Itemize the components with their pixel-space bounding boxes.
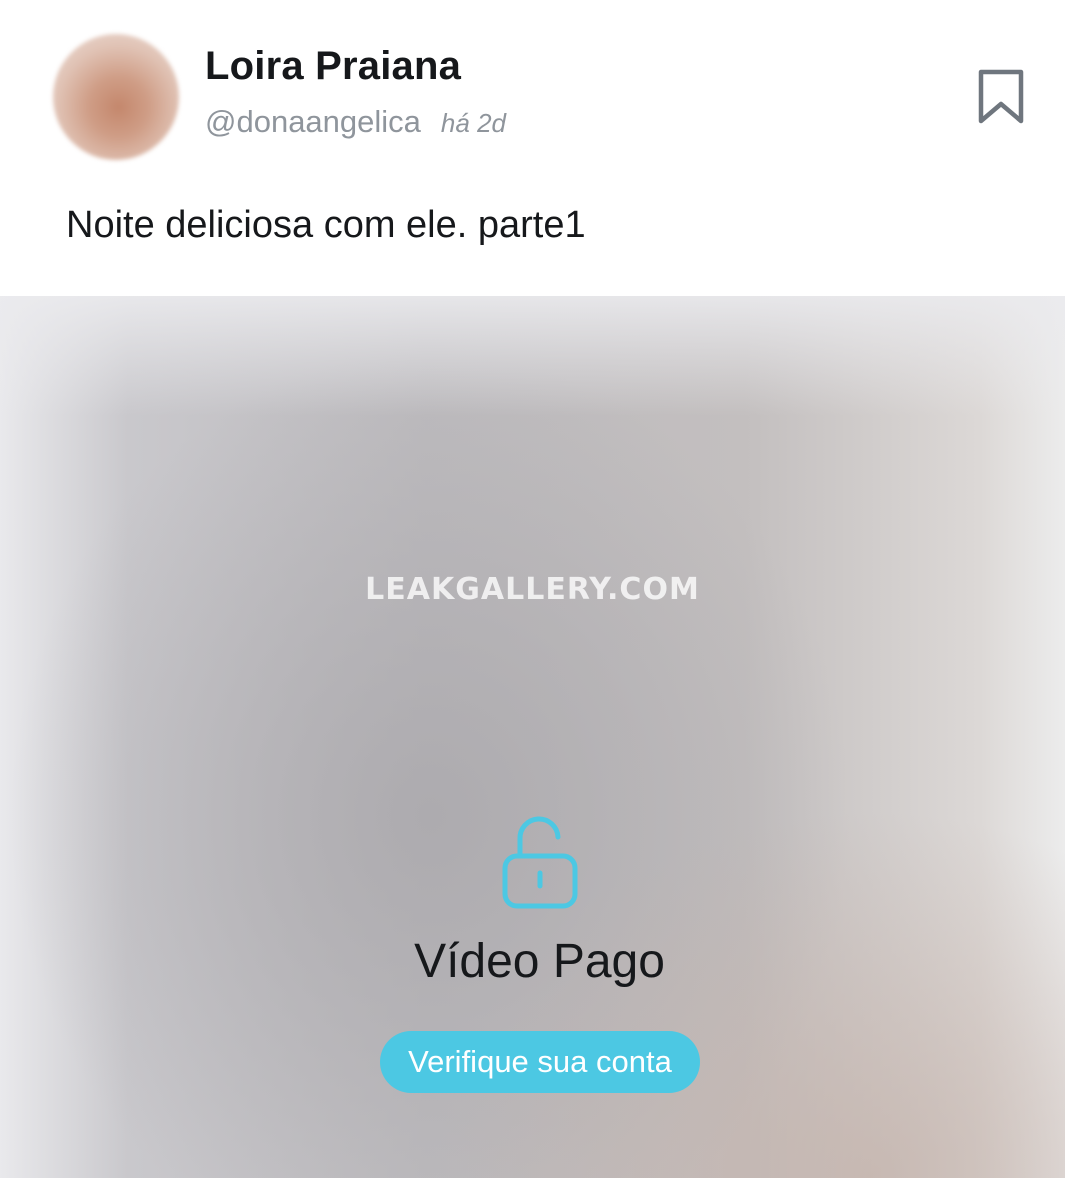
author-handle[interactable]: @donaangelica [205, 104, 421, 140]
post-caption: Noite deliciosa com ele. parte1 [66, 204, 586, 246]
locked-media[interactable]: LEAKGALLERY.COM Vídeo Pago Verifique sua… [0, 296, 1065, 1178]
author-display-name[interactable]: Loira Praiana [205, 44, 461, 89]
bookmark-icon [978, 69, 1024, 124]
verify-account-button[interactable]: Verifique sua conta [380, 1031, 700, 1093]
bookmark-button[interactable] [975, 68, 1027, 126]
avatar[interactable] [53, 34, 179, 160]
watermark: LEAKGALLERY.COM [365, 572, 700, 607]
media-fade [0, 296, 1065, 416]
unlocked-padlock-icon [502, 816, 578, 909]
paid-video-label: Vídeo Pago [414, 935, 665, 988]
author-meta: @donaangelica há 2d [205, 104, 506, 140]
post-timestamp: há 2d [440, 108, 506, 138]
post-card: Loira Praiana @donaangelica há 2d Noite … [0, 0, 1065, 1178]
post-header: Loira Praiana @donaangelica há 2d Noite … [0, 0, 1065, 296]
